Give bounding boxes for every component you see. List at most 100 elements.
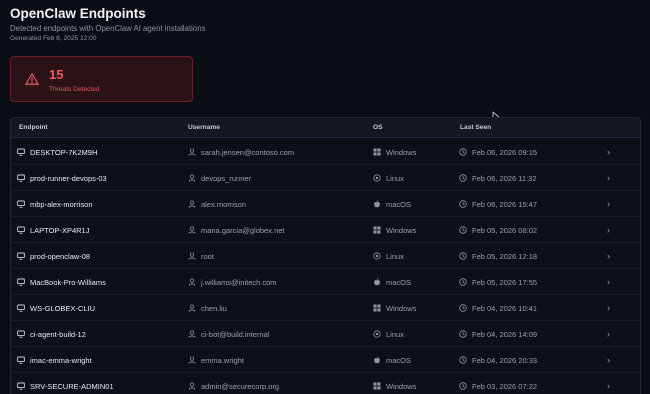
apple-icon [373,200,381,208]
last-seen-time: Feb 06, 2026 09:15 [472,147,538,157]
chevron-right-icon[interactable]: › [607,243,610,269]
apple-icon [373,356,381,364]
username: root [201,251,214,261]
last-seen-cell: Feb 05, 2026 08:02 [459,217,537,243]
username: alex.morrison [201,199,247,209]
clock-icon [459,174,467,182]
chevron-right-icon[interactable]: › [607,373,610,394]
linux-icon [373,252,381,260]
table-row[interactable]: prod-openclaw-08 root Linux Feb 05, 2026… [11,243,640,269]
endpoint-name: prod-runner-devops-03 [30,173,107,183]
username-cell: emma.wright [188,347,244,373]
monitor-icon [17,330,25,338]
chevron-right-icon[interactable]: › [607,321,610,347]
username-cell: sarah.jensen@contoso.com [188,139,294,165]
table-row[interactable]: ci-agent-build-12 ci-bot@build.internal … [11,321,640,347]
user-icon [188,226,196,234]
table-row[interactable]: WS-GLOBEX-CLIU chen.liu Windows Feb 04, … [11,295,640,321]
last-seen-cell: Feb 06, 2026 15:47 [459,191,537,217]
os-name: Linux [386,329,404,339]
table-row[interactable]: MacBook-Pro-Williams j.williams@initech.… [11,269,640,295]
clock-icon [459,226,467,234]
chevron-right-icon[interactable]: › [607,269,610,295]
username: devops_runner [201,173,252,183]
generated-timestamp: Generated Feb 8, 2025 12:00 [10,35,97,42]
chevron-right-icon[interactable]: › [607,165,610,191]
user-icon [188,252,196,260]
last-seen-time: Feb 05, 2026 17:55 [472,277,538,287]
chevron-right-icon[interactable]: › [607,347,610,373]
endpoint-name: WS-GLOBEX-CLIU [30,303,96,313]
endpoint-cell: imac-emma-wright [17,347,92,373]
clock-icon [459,356,467,364]
os-cell: Windows [373,373,416,394]
username: ci-bot@build.internal [201,329,270,339]
threats-summary-card[interactable]: 15 Threats Detected [10,56,193,102]
user-icon [188,174,196,182]
os-name: macOS [386,277,412,287]
column-header-endpoint[interactable]: Endpoint [19,124,48,131]
chevron-right-icon[interactable]: › [607,295,610,321]
username: emma.wright [201,355,244,365]
clock-icon [459,148,467,156]
os-cell: Windows [373,295,416,321]
endpoint-name: imac-emma-wright [30,355,92,365]
last-seen-time: Feb 04, 2026 14:09 [472,329,538,339]
threat-count: 15 [49,67,64,82]
user-icon [188,278,196,286]
last-seen-cell: Feb 04, 2026 14:09 [459,321,537,347]
os-name: macOS [386,355,412,365]
chevron-right-icon[interactable]: › [607,139,610,165]
endpoint-cell: prod-openclaw-08 [17,243,90,269]
linux-icon [373,330,381,338]
endpoint-cell: SRV-SECURE-ADMIN01 [17,373,114,394]
windows-icon [373,382,381,390]
os-cell: Linux [373,243,404,269]
last-seen-cell: Feb 06, 2026 09:15 [459,139,537,165]
last-seen-time: Feb 04, 2026 10:41 [472,303,538,313]
monitor-icon [17,226,25,234]
username: chen.liu [201,303,227,313]
clock-icon [459,278,467,286]
monitor-icon [17,252,25,260]
chevron-right-icon[interactable]: › [607,191,610,217]
os-name: Windows [386,303,417,313]
username-cell: root [188,243,214,269]
endpoint-name: SRV-SECURE-ADMIN01 [30,381,114,391]
table-row[interactable]: imac-emma-wright emma.wright macOS Feb 0… [11,347,640,373]
apple-icon [373,278,381,286]
clock-icon [459,330,467,338]
username: sarah.jensen@contoso.com [201,147,295,157]
username-cell: chen.liu [188,295,227,321]
column-header-os[interactable]: OS [373,124,383,131]
table-row[interactable]: LAPTOP-XP4R1J maria.garcia@globex.net Wi… [11,217,640,243]
endpoint-name: LAPTOP-XP4R1J [30,225,90,235]
endpoint-cell: DESKTOP-7K2M9H [17,139,97,165]
endpoint-cell: ci-agent-build-12 [17,321,86,347]
table-row[interactable]: prod-runner-devops-03 devops_runner Linu… [11,165,640,191]
endpoint-name: ci-agent-build-12 [30,329,86,339]
page-title: OpenClaw Endpoints [10,6,146,21]
os-cell: macOS [373,347,411,373]
windows-icon [373,304,381,312]
column-header-last-seen[interactable]: Last Seen [460,124,491,131]
os-name: Linux [386,251,404,261]
table-row[interactable]: SRV-SECURE-ADMIN01 admin@securecorp.org … [11,373,640,394]
last-seen-cell: Feb 04, 2026 10:41 [459,295,537,321]
linux-icon [373,174,381,182]
monitor-icon [17,304,25,312]
user-icon [188,200,196,208]
last-seen-time: Feb 05, 2026 12:18 [472,251,538,261]
clock-icon [459,252,467,260]
page-subtitle: Detected endpoints with OpenClaw AI agen… [10,24,206,33]
column-header-username[interactable]: Username [188,124,220,131]
table-row[interactable]: mbp-alex-morrison alex.morrison macOS Fe… [11,191,640,217]
last-seen-cell: Feb 05, 2026 17:55 [459,269,537,295]
threat-label: Threats Detected [49,86,100,93]
username: j.williams@initech.com [201,277,277,287]
endpoint-name: mbp-alex-morrison [30,199,93,209]
user-icon [188,148,196,156]
chevron-right-icon[interactable]: › [607,217,610,243]
table-row[interactable]: DESKTOP-7K2M9H sarah.jensen@contoso.com … [11,139,640,165]
username-cell: devops_runner [188,165,251,191]
